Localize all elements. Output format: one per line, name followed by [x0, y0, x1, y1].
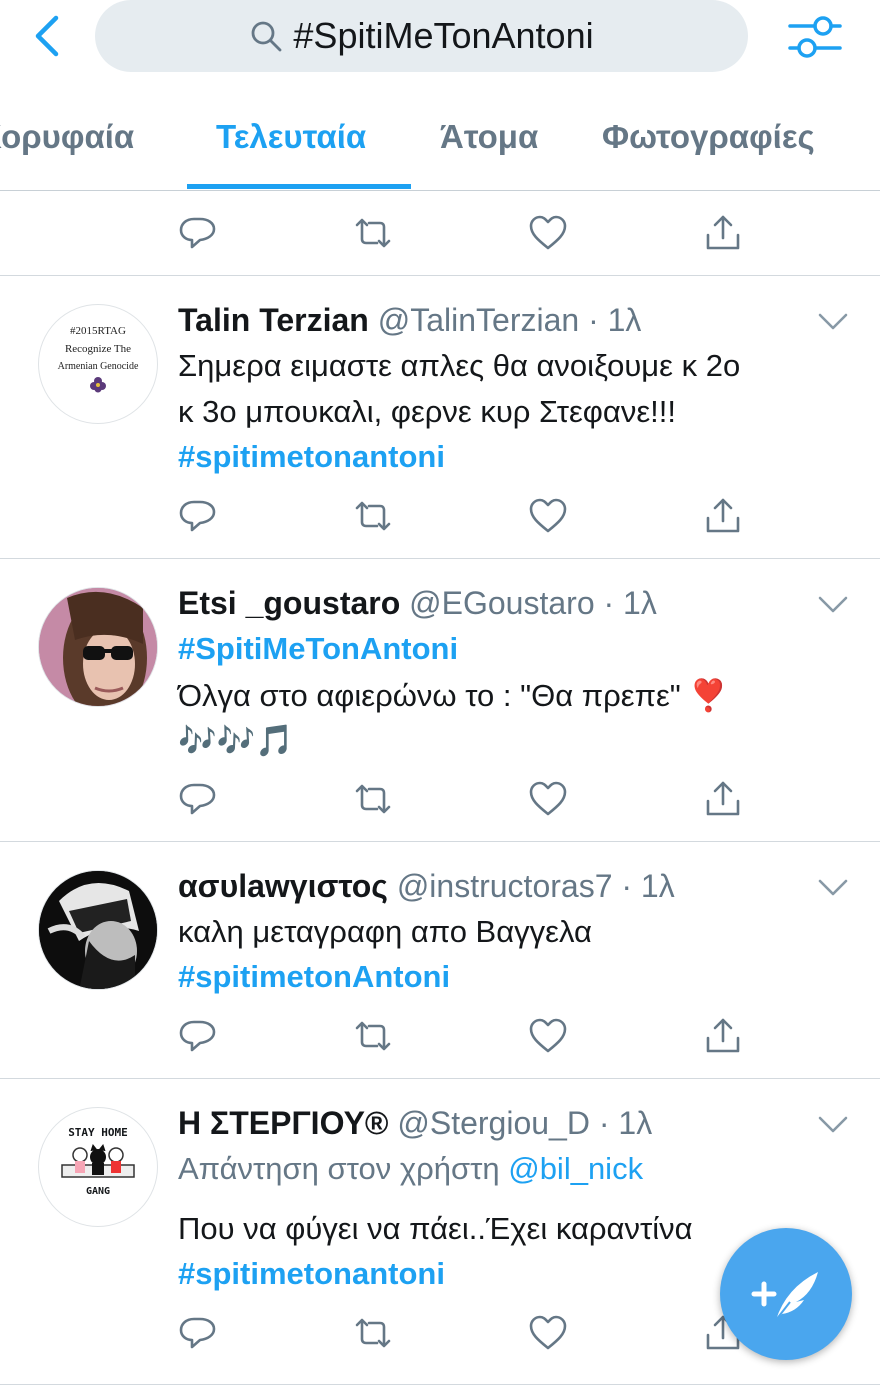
compose-icon	[751, 1272, 818, 1321]
author-name[interactable]: ασυlawγιστος	[178, 868, 388, 904]
tab-active-indicator	[187, 184, 411, 189]
avatar-text: Armenian Genocide	[57, 361, 139, 372]
tweet-text: Όλγα στο αφιερώνω το : "Θα πρεπε" ❣️	[178, 678, 729, 713]
tweet-header: Talin Terzian @TalinTerzian · 1λ	[178, 302, 641, 339]
reply-icon[interactable]	[178, 213, 218, 253]
retweet-icon[interactable]	[353, 213, 393, 253]
tab-photos[interactable]: Φωτογραφίες	[602, 118, 815, 156]
cat-illustration	[61, 1143, 135, 1178]
tweet-text: Σημερα ειμαστε απλες θα ανοιξουμε κ 2ο	[178, 348, 741, 383]
tweet-text: καλη μεταγραφη απο Βαγγελα	[178, 914, 592, 949]
reply-context: Απάντηση στον χρήστη @bil_nick	[178, 1151, 643, 1187]
author-name[interactable]: Talin Terzian	[178, 302, 369, 338]
back-icon[interactable]	[28, 12, 68, 60]
avatar[interactable]: STAY HOME GANG	[38, 1107, 158, 1227]
retweet-icon[interactable]	[353, 779, 393, 819]
like-icon[interactable]	[528, 1016, 568, 1056]
like-icon[interactable]	[528, 213, 568, 253]
hashtag-link[interactable]: #spitimetonantoni	[178, 439, 445, 475]
tweet-header: Η ΣΤΕΡΓΙΟΥ® @Stergiou_D · 1λ	[178, 1105, 652, 1142]
tweet-actions	[178, 779, 758, 823]
flower-icon	[90, 377, 106, 393]
avatar-text: Recognize The	[64, 343, 132, 355]
reply-prefix: Απάντηση στον χρήστη	[178, 1151, 500, 1186]
tweet[interactable]: Etsi _goustaro @EGoustaro · 1λ #SpitiMeT…	[0, 559, 880, 841]
author-name[interactable]: Η ΣΤΕΡΓΙΟΥ®	[178, 1105, 388, 1141]
reply-icon[interactable]	[178, 1313, 218, 1353]
tweet-text: Που να φύγει να πάει..Έχει καραντίνα	[178, 1211, 693, 1246]
mention-link[interactable]: @bil_nick	[508, 1151, 643, 1186]
author-handle[interactable]: @instructoras7 · 1λ	[397, 868, 675, 904]
avatar[interactable]	[38, 870, 158, 990]
retweet-icon[interactable]	[353, 1313, 393, 1353]
hashtag-link[interactable]: #SpitiMeTonAntoni	[178, 631, 458, 667]
filter-icon[interactable]	[785, 12, 845, 62]
search-bar[interactable]: #SpitiMeTonAntoni	[95, 0, 748, 72]
avatar[interactable]	[38, 587, 158, 707]
tweet-actions	[178, 1016, 758, 1060]
reply-icon[interactable]	[178, 779, 218, 819]
avatar-text: #2015RTAG	[70, 325, 126, 337]
like-icon[interactable]	[528, 1313, 568, 1353]
author-handle[interactable]: @EGoustaro · 1λ	[409, 585, 657, 621]
share-icon[interactable]	[703, 213, 743, 253]
share-icon[interactable]	[703, 496, 743, 536]
chevron-down-icon[interactable]	[818, 878, 848, 898]
tweet-header: Etsi _goustaro @EGoustaro · 1λ	[178, 585, 657, 622]
tab-people[interactable]: Άτομα	[440, 118, 538, 156]
tweet-header: ασυlawγιστος @instructoras7 · 1λ	[178, 868, 675, 905]
top-bar: #SpitiMeTonAntoni	[0, 0, 880, 80]
retweet-icon[interactable]	[353, 1016, 393, 1056]
hashtag-link[interactable]: #spitimetonAntoni	[178, 959, 450, 995]
profile-photo	[39, 871, 157, 989]
share-icon[interactable]	[703, 779, 743, 819]
compose-button[interactable]	[720, 1228, 852, 1360]
search-icon	[249, 19, 283, 53]
tweet-actions	[178, 213, 758, 257]
tweet-text: κ 3ο μπουκαλι, φερνε κυρ Στεφανε!!!	[178, 394, 676, 429]
divider	[0, 1384, 880, 1385]
hashtag-link[interactable]: #spitimetonantoni	[178, 1256, 445, 1292]
like-icon[interactable]	[528, 496, 568, 536]
author-handle[interactable]: @Stergiou_D · 1λ	[397, 1105, 652, 1141]
reply-icon[interactable]	[178, 1016, 218, 1056]
search-query[interactable]: #SpitiMeTonAntoni	[293, 15, 593, 57]
like-icon[interactable]	[528, 779, 568, 819]
retweet-icon[interactable]	[353, 496, 393, 536]
avatar-text: STAY HOME	[68, 1126, 128, 1139]
tab-bar: Κορυφαία Τελευταία Άτομα Φωτογραφίες	[0, 100, 880, 191]
profile-photo	[39, 588, 157, 706]
tab-latest[interactable]: Τελευταία	[216, 118, 366, 156]
chevron-down-icon[interactable]	[818, 312, 848, 332]
author-handle[interactable]: @TalinTerzian · 1λ	[378, 302, 642, 338]
share-icon[interactable]	[703, 1016, 743, 1056]
chevron-down-icon[interactable]	[818, 1115, 848, 1135]
avatar-text: GANG	[85, 1186, 111, 1197]
author-name[interactable]: Etsi _goustaro	[178, 585, 400, 621]
tab-top[interactable]: Κορυφαία	[0, 118, 134, 156]
tweet-actions	[178, 1313, 758, 1357]
chevron-down-icon[interactable]	[818, 595, 848, 615]
tweet[interactable]: #2015RTAG Recognize The Armenian Genocid…	[0, 276, 880, 558]
tweet[interactable]: ασυlawγιστος @instructoras7 · 1λ καλη με…	[0, 842, 880, 1078]
tweet-actions	[178, 496, 758, 540]
avatar[interactable]: #2015RTAG Recognize The Armenian Genocid…	[38, 304, 158, 424]
tweet-text: 🎶🎶🎵	[178, 723, 294, 758]
reply-icon[interactable]	[178, 496, 218, 536]
